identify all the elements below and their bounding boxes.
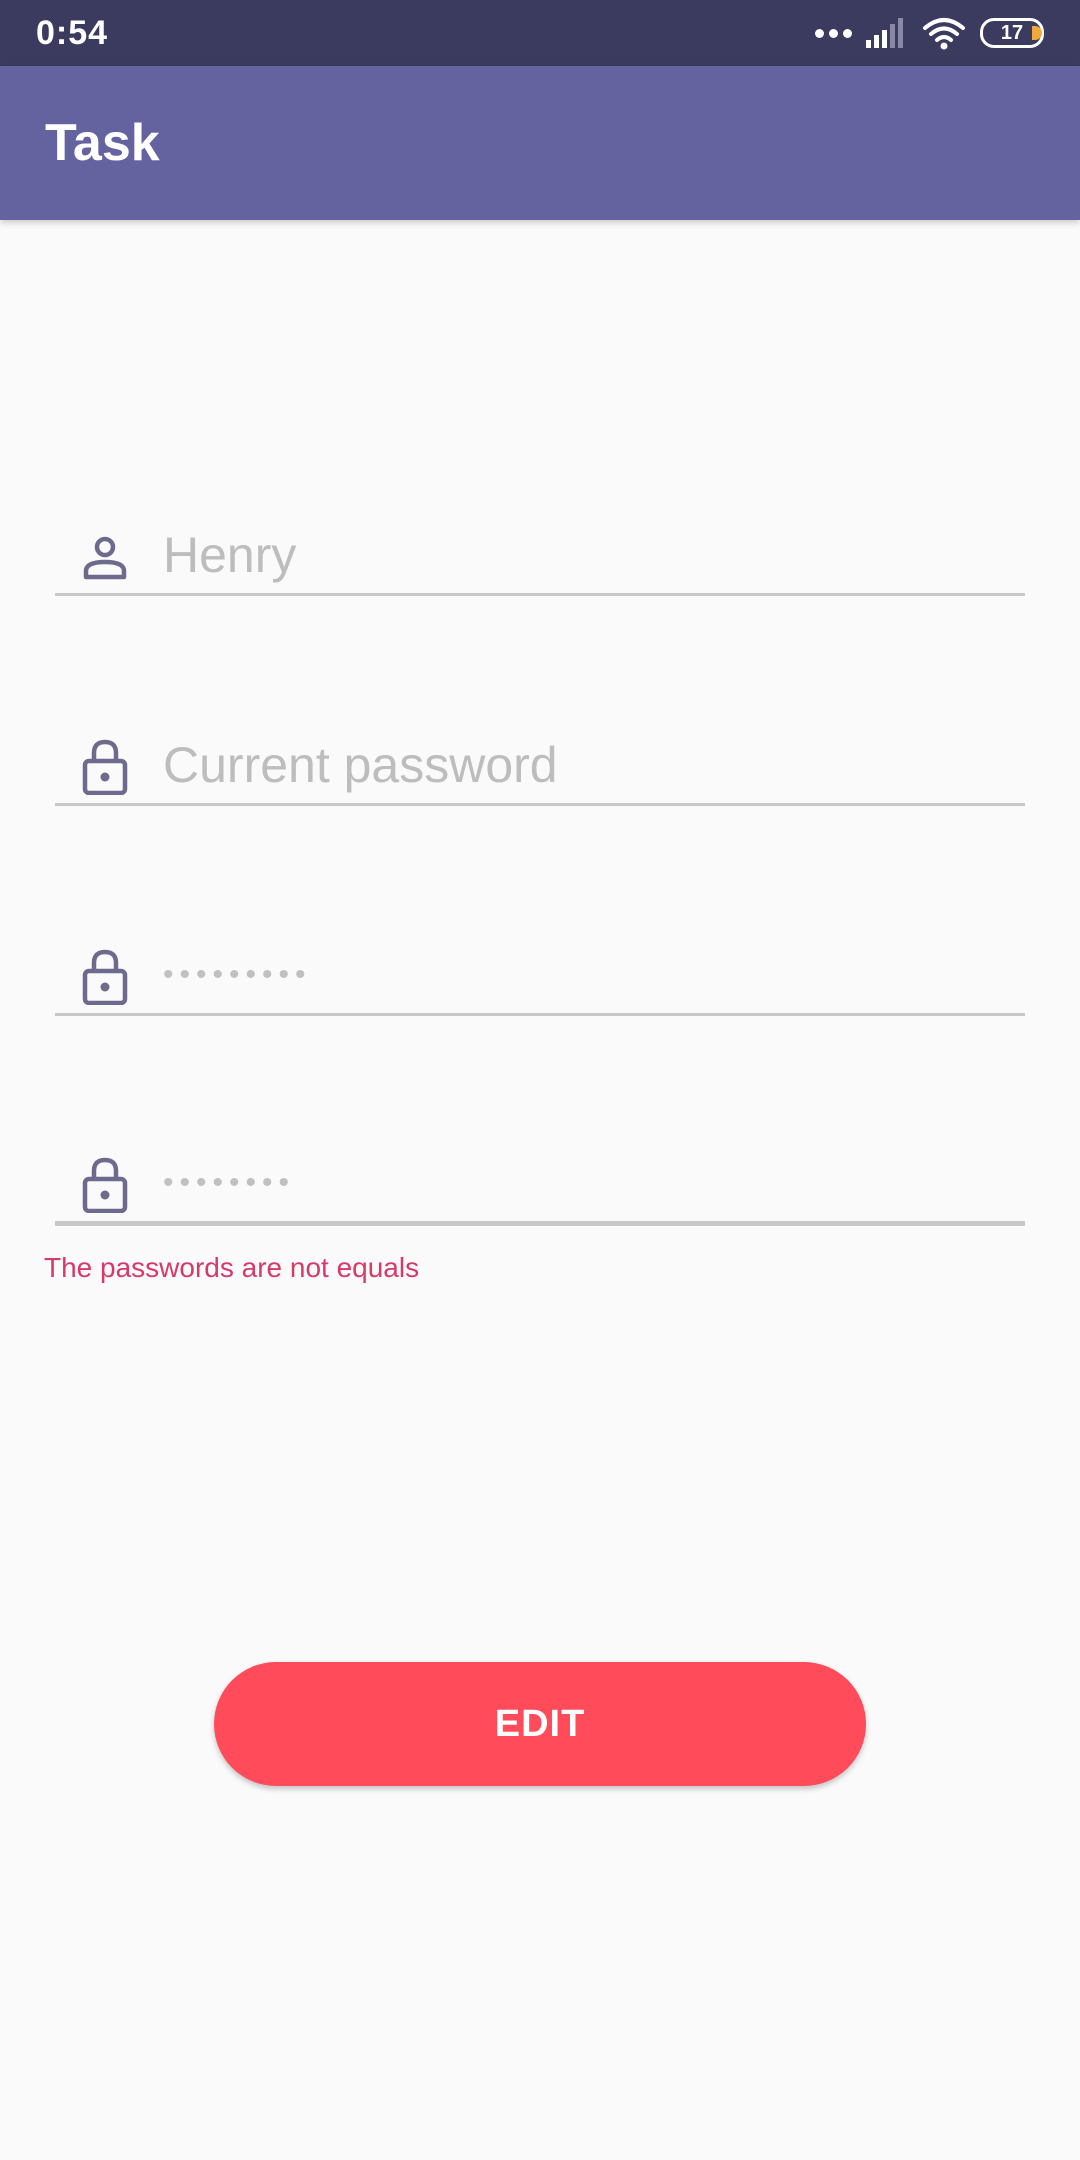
status-time: 0:54 bbox=[36, 13, 109, 52]
current-password-input[interactable] bbox=[163, 735, 1025, 795]
confirm-password-field[interactable]: •••••••• bbox=[55, 1156, 1025, 1226]
new-password-field[interactable]: ••••••••• bbox=[55, 946, 1025, 1016]
signal-icon bbox=[866, 18, 903, 48]
status-bar: 0:54 17 bbox=[0, 0, 1080, 66]
wifi-icon bbox=[923, 18, 965, 50]
confirm-password-input[interactable]: •••••••• bbox=[163, 1153, 295, 1213]
person-icon bbox=[77, 529, 133, 585]
app-title: Task bbox=[45, 114, 160, 172]
battery-level: 17 bbox=[1000, 21, 1024, 44]
username-field[interactable] bbox=[55, 525, 1025, 596]
password-error-message: The passwords are not equals bbox=[44, 1252, 420, 1283]
status-icons: 17 bbox=[815, 16, 1044, 50]
lock-icon bbox=[77, 739, 133, 795]
lock-icon bbox=[77, 1157, 133, 1213]
username-input[interactable] bbox=[163, 525, 1025, 585]
battery-icon: 17 bbox=[980, 18, 1044, 48]
lock-icon bbox=[77, 949, 133, 1005]
new-password-input[interactable]: ••••••••• bbox=[163, 945, 312, 1005]
edit-button[interactable]: EDIT bbox=[214, 1662, 866, 1786]
app-bar: Task bbox=[0, 66, 1080, 220]
current-password-field[interactable] bbox=[55, 735, 1025, 806]
more-notifications-icon bbox=[815, 28, 852, 38]
